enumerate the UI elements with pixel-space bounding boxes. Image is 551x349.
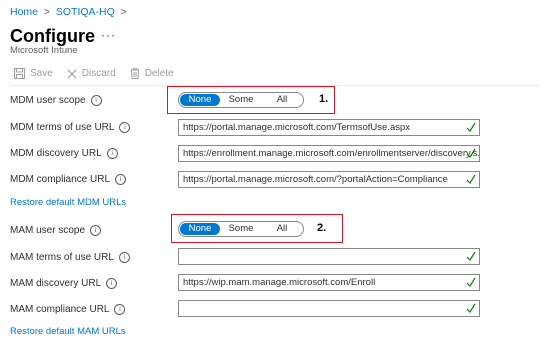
- chevron-right-icon: >: [44, 6, 50, 18]
- trash-icon: [130, 68, 140, 79]
- breadcrumb: Home > SOTIQA-HQ >: [10, 6, 127, 18]
- mdm-terms-text: MDM terms of use URL: [10, 122, 115, 133]
- info-icon[interactable]: i: [115, 174, 127, 185]
- mdm-user-scope-label: MDM user scope i: [10, 95, 102, 106]
- mdm-user-scope-toggle[interactable]: None Some All: [178, 92, 304, 108]
- mdm-discovery-url-input[interactable]: https://enrollment.manage.microsoft.com/…: [178, 145, 480, 162]
- checkmark-icon: [466, 277, 476, 287]
- restore-default-mdm-urls-link[interactable]: Restore default MDM URLs: [10, 197, 126, 208]
- mdm-discovery-label: MDM discovery URL i: [10, 148, 118, 159]
- discard-button[interactable]: Discard: [67, 68, 116, 79]
- delete-button[interactable]: Delete: [130, 68, 174, 79]
- mam-scope-option-all[interactable]: All: [262, 223, 302, 235]
- breadcrumb-home[interactable]: Home: [10, 6, 38, 18]
- mam-discovery-url-input[interactable]: https://wip.mam.manage.microsoft.com/Enr…: [178, 274, 480, 291]
- mdm-terms-label: MDM terms of use URL i: [10, 122, 131, 133]
- mam-user-scope-text: MAM user scope: [10, 225, 86, 236]
- restore-default-mam-urls-link[interactable]: Restore default MAM URLs: [10, 326, 126, 337]
- checkmark-icon: [466, 122, 476, 132]
- checkmark-icon: [466, 148, 476, 158]
- info-icon[interactable]: i: [118, 252, 130, 263]
- checkmark-icon: [466, 174, 476, 184]
- mdm-terms-of-use-url-input[interactable]: https://portal.manage.microsoft.com/Term…: [178, 119, 480, 136]
- command-bar: Save Discard Delete: [14, 68, 174, 79]
- discard-label: Discard: [81, 68, 116, 79]
- info-icon[interactable]: i: [106, 278, 118, 289]
- mdm-compliance-text: MDM compliance URL: [10, 174, 111, 185]
- close-icon: [67, 69, 77, 78]
- callout-number-1: 1.: [319, 93, 329, 105]
- info-icon[interactable]: i: [106, 148, 118, 159]
- mam-terms-text: MAM terms of use URL: [10, 252, 114, 263]
- mdm-compliance-value: https://portal.manage.microsoft.com/?por…: [183, 174, 448, 185]
- page-title: Configure: [10, 26, 95, 46]
- mdm-terms-value: https://portal.manage.microsoft.com/Term…: [183, 122, 411, 133]
- info-icon[interactable]: i: [90, 225, 102, 236]
- info-icon[interactable]: i: [119, 122, 131, 133]
- mdm-discovery-text: MDM discovery URL: [10, 148, 102, 159]
- mdm-user-scope-text: MDM user scope: [10, 95, 86, 106]
- chevron-right-icon: >: [120, 6, 127, 18]
- mdm-scope-option-none[interactable]: None: [180, 94, 220, 106]
- checkmark-icon: [466, 303, 476, 313]
- mam-compliance-url-input[interactable]: [178, 300, 480, 317]
- mdm-compliance-label: MDM compliance URL i: [10, 174, 127, 185]
- mdm-compliance-url-input[interactable]: https://portal.manage.microsoft.com/?por…: [178, 171, 480, 188]
- mam-compliance-label: MAM compliance URL i: [10, 304, 126, 315]
- mam-compliance-text: MAM compliance URL: [10, 304, 110, 315]
- mdm-discovery-value: https://enrollment.manage.microsoft.com/…: [183, 148, 480, 159]
- breadcrumb-tenant[interactable]: SOTIQA-HQ: [56, 6, 115, 18]
- mdm-scope-option-some[interactable]: Some: [220, 94, 262, 106]
- mam-scope-option-some[interactable]: Some: [220, 223, 262, 235]
- info-icon[interactable]: i: [114, 304, 126, 315]
- delete-label: Delete: [144, 68, 174, 79]
- mam-discovery-text: MAM discovery URL: [10, 278, 102, 289]
- save-button[interactable]: Save: [14, 68, 53, 79]
- info-icon[interactable]: i: [90, 95, 102, 106]
- mam-user-scope-toggle[interactable]: None Some All: [178, 221, 304, 237]
- mam-discovery-label: MAM discovery URL i: [10, 278, 118, 289]
- checkmark-icon: [466, 251, 476, 261]
- mam-terms-label: MAM terms of use URL i: [10, 252, 130, 263]
- mdm-scope-option-all[interactable]: All: [262, 94, 302, 106]
- save-label: Save: [30, 68, 53, 79]
- callout-number-2: 2.: [317, 222, 327, 234]
- save-icon: [14, 68, 25, 79]
- mam-discovery-value: https://wip.mam.manage.microsoft.com/Enr…: [183, 277, 376, 288]
- mam-terms-of-use-url-input[interactable]: [178, 248, 480, 265]
- page-subtitle: Microsoft Intune: [10, 45, 78, 56]
- mam-scope-option-none[interactable]: None: [180, 223, 220, 235]
- more-options-icon[interactable]: ···: [101, 28, 116, 42]
- mam-user-scope-label: MAM user scope i: [10, 225, 102, 236]
